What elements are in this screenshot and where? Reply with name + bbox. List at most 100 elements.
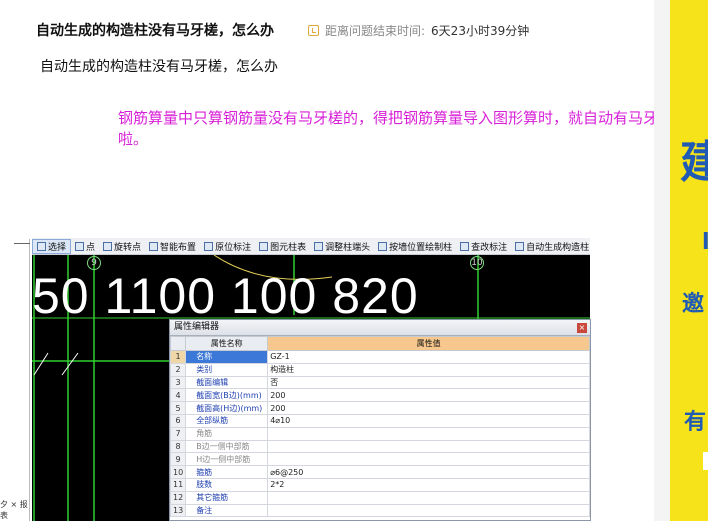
property-row[interactable]: 2 类别 构造柱: [169, 362, 590, 377]
property-name: 名称: [185, 350, 269, 364]
property-value[interactable]: [267, 426, 590, 441]
property-value[interactable]: 构造柱: [267, 362, 590, 377]
toolbar-label: 原位标注: [215, 242, 252, 253]
property-editor-title-text: 属性编辑器: [174, 322, 220, 332]
property-value[interactable]: [267, 452, 590, 467]
toolbar-label: 图元柱表: [270, 242, 307, 253]
row-number-header: [169, 336, 187, 351]
cursor-icon: [37, 241, 46, 251]
toolbar-button-9[interactable]: 自动生成构造柱: [511, 239, 590, 254]
toolbar-label: 选择: [48, 242, 67, 253]
property-editor: 属性编辑器 × 属性名称 属性值 1 名称 GZ-1 2 类别 构造柱 3 截面编辑否 4 截面宽…: [169, 319, 591, 521]
toolbar-button-8[interactable]: 查改标注: [456, 239, 511, 254]
cad-toolbar: 选择 点 旋转点 智能布置 原位标注 图元柱表 调整柱端头 按墙位置绘制柱 查改标注 自动生成构造…: [32, 238, 590, 255]
property-row[interactable]: 3 截面编辑否: [169, 375, 590, 390]
property-row[interactable]: 13 备注: [169, 503, 590, 518]
property-value[interactable]: 4⌀10: [267, 413, 590, 428]
toolbar-button-4[interactable]: 原位标注: [200, 239, 255, 254]
property-value-header: 属性值: [267, 336, 590, 351]
toolbar-button-1[interactable]: 点: [71, 239, 99, 254]
property-value[interactable]: ⌀6@250: [267, 465, 590, 479]
toolbar-button-3[interactable]: 智能布置: [145, 239, 200, 254]
property-row[interactable]: 5 截面高(H边)(mm) 200: [169, 401, 590, 415]
toolbar-button-6[interactable]: 调整柱端头: [310, 239, 374, 254]
property-row[interactable]: 7 角筋: [169, 426, 590, 441]
question-page: 自动生成的构造柱没有马牙槎，怎么办 距离问题结束时间: 6天23小时39分钟 自…: [0, 0, 673, 521]
property-row[interactable]: 9 H边一侧中部筋: [169, 452, 590, 467]
row-number: 9: [169, 452, 187, 467]
property-value[interactable]: [267, 439, 590, 454]
row-number: 1: [169, 350, 187, 364]
property-name: 箍筋: [185, 465, 269, 479]
property-name-header: 属性名称: [185, 336, 269, 351]
property-name: 截面编辑: [185, 375, 269, 390]
tick-mark: [61, 352, 79, 376]
toolbar-label: 点: [86, 242, 96, 253]
row-number: 2: [169, 362, 187, 377]
auto-generate-icon: [515, 241, 525, 251]
property-row[interactable]: 12 其它箍筋: [169, 490, 590, 505]
ad-decoration: [703, 452, 708, 470]
row-number: 4: [169, 388, 187, 403]
clock-icon: [308, 25, 319, 36]
annotate-icon: [204, 241, 214, 251]
answer-text: 钢筋算量中只算钢筋量没有马牙槎的，得把钢筋算量导入图形算时，就自动有马牙槎啦。: [118, 109, 674, 148]
smart-layout-icon: [149, 241, 159, 251]
ad-text: 有: [684, 410, 707, 435]
dimension-text: 50 1100 100 820: [32, 268, 419, 324]
column-table-icon: [259, 241, 269, 251]
left-window-frame: 夕 × 报表: [0, 239, 30, 521]
row-number: 7: [169, 426, 187, 441]
property-name: 截面宽(B边)(mm): [185, 388, 269, 403]
toolbar-label: 按墙位置绘制柱: [389, 242, 453, 253]
close-icon[interactable]: ×: [577, 323, 587, 333]
adjust-end-icon: [314, 241, 324, 251]
property-row[interactable]: 10 箍筋 ⌀6@250: [169, 465, 590, 479]
axis-label: 10: [470, 256, 484, 270]
property-value[interactable]: 200: [267, 401, 590, 415]
toolbar-button-2[interactable]: 旋转点: [99, 239, 145, 254]
row-number: 10: [169, 465, 187, 479]
frame-bottom-label: 夕 × 报表: [0, 500, 28, 520]
property-value[interactable]: 200: [267, 388, 590, 403]
question-meta: 距离问题结束时间: 6天23小时39分钟: [308, 22, 529, 39]
ad-text: 邀: [682, 292, 705, 317]
property-row[interactable]: 4 截面宽(B边)(mm) 200: [169, 388, 590, 403]
toolbar-button-7[interactable]: 按墙位置绘制柱: [374, 239, 456, 254]
rotate-icon: [103, 241, 113, 251]
property-row[interactable]: 11 肢数 2*2: [169, 477, 590, 492]
meta-remaining-time: 6天23小时39分钟: [431, 24, 530, 38]
toolbar-button-5[interactable]: 图元柱表: [255, 239, 310, 254]
property-name: 其它箍筋: [185, 490, 269, 505]
property-value[interactable]: [267, 503, 590, 518]
question-title[interactable]: 自动生成的构造柱没有马牙槎，怎么办: [36, 20, 274, 40]
axis-label: 9: [87, 256, 101, 270]
property-name: B边一侧中部筋: [185, 439, 269, 454]
property-name: 肢数: [185, 477, 269, 492]
property-value[interactable]: 否: [267, 375, 590, 390]
property-row[interactable]: 8 B边一侧中部筋: [169, 439, 590, 454]
property-value[interactable]: 2*2: [267, 477, 590, 492]
property-name: 全部纵筋: [185, 413, 269, 428]
question-body: 自动生成的构造柱没有马牙槎，怎么办: [40, 59, 278, 75]
tick-mark: [33, 352, 49, 376]
property-value[interactable]: GZ-1: [267, 350, 590, 364]
row-number: 12: [169, 490, 187, 505]
property-row[interactable]: 1 名称 GZ-1: [169, 350, 590, 364]
property-name: 类别: [185, 362, 269, 377]
property-name: 截面高(H边)(mm): [185, 401, 269, 415]
toolbar-label: 自动生成构造柱: [526, 242, 590, 253]
toolbar-label: 查改标注: [471, 242, 508, 253]
row-number: 13: [169, 503, 187, 518]
row-number: 3: [169, 375, 187, 390]
sidebar-ad-banner[interactable]: 建 l 邀 有: [670, 0, 708, 521]
property-editor-title: 属性编辑器 ×: [170, 320, 590, 336]
row-number: 11: [169, 477, 187, 492]
property-value[interactable]: [267, 490, 590, 505]
property-table: 属性名称 属性值 1 名称 GZ-1 2 类别 构造柱 3 截面编辑否 4 截面宽(B边)(mm)…: [169, 336, 590, 518]
toolbar-button-0[interactable]: 选择: [32, 238, 72, 254]
toolbar-label: 旋转点: [114, 242, 142, 253]
property-name: H边一侧中部筋: [185, 452, 269, 467]
property-row[interactable]: 6 全部纵筋 4⌀10: [169, 413, 590, 428]
point-icon: [75, 241, 85, 251]
